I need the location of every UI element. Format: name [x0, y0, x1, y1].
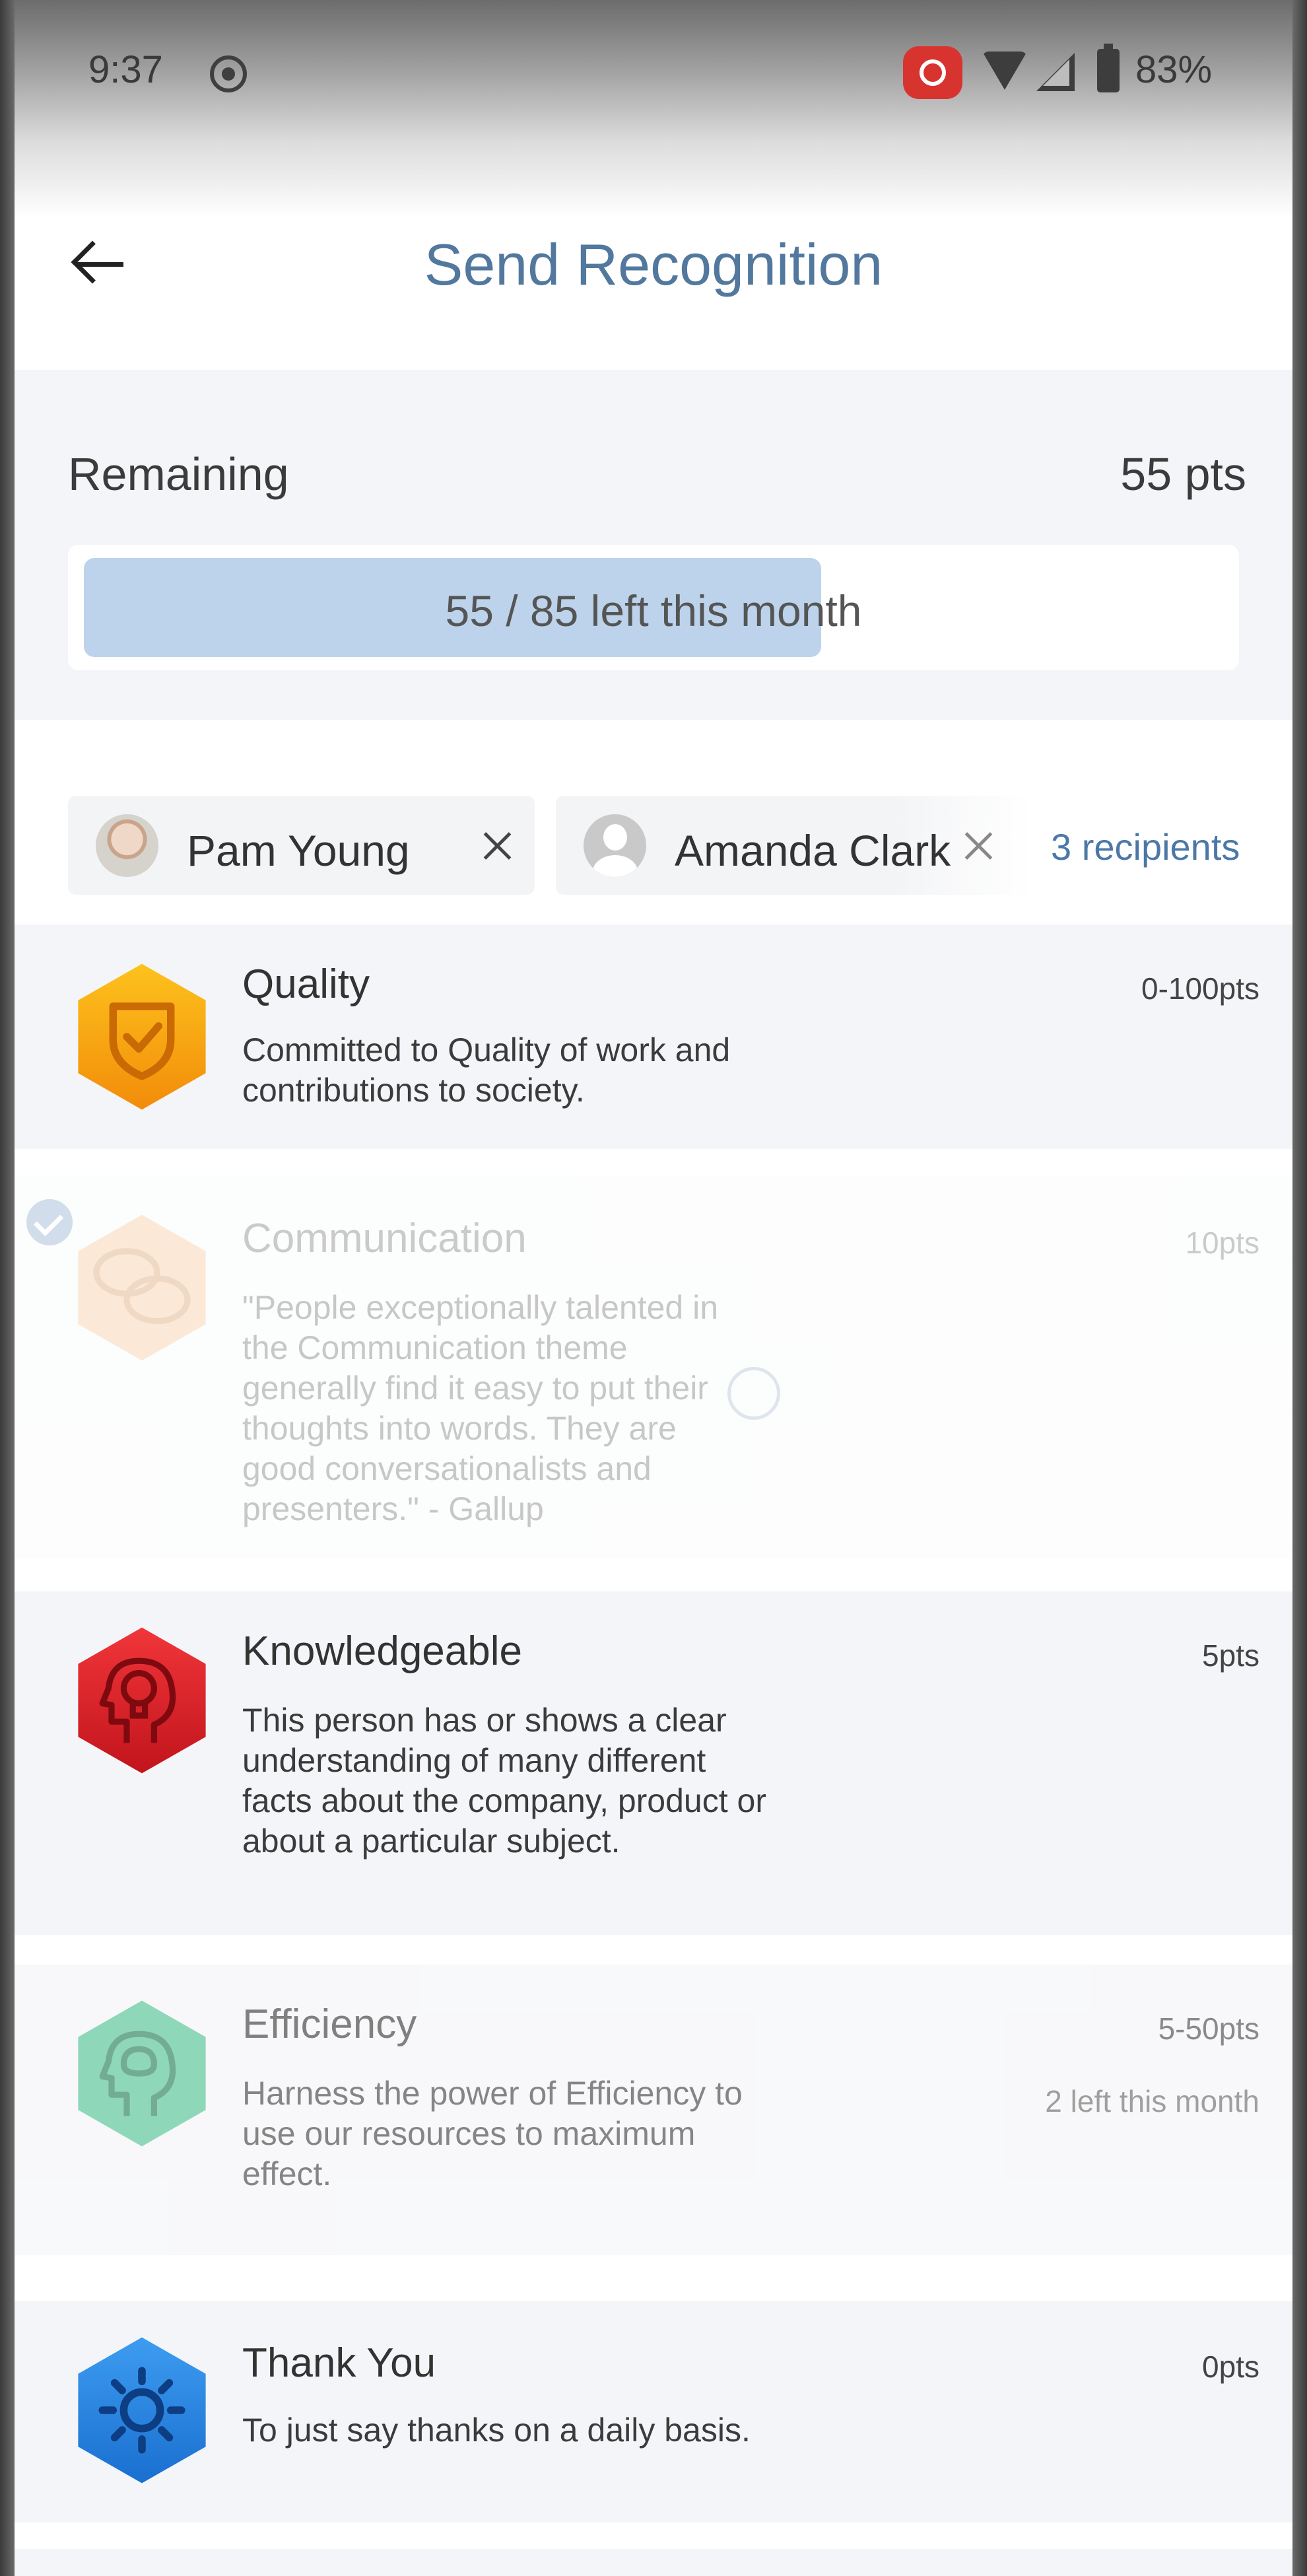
- recipient-name: Pam Young: [187, 826, 410, 875]
- recognition-points: 0pts: [1202, 2350, 1259, 2384]
- status-bar: 9:37 83%: [15, 0, 1292, 218]
- recipient-chip[interactable]: Amanda Clark: [556, 796, 1032, 895]
- recognition-card-efficiency[interactable]: Efficiency Harness the power of Efficien…: [15, 1965, 1292, 2255]
- points-progress-text: 55 / 85 left this month: [445, 586, 862, 635]
- signal-icon: [1036, 53, 1075, 91]
- device-frame-left: [0, 0, 15, 2576]
- recognition-description: Committed to Quality of work and contrib…: [242, 1031, 731, 1109]
- loading-spinner-icon: [727, 1367, 780, 1420]
- recognition-points: 5-50pts: [1158, 2011, 1259, 2046]
- back-button[interactable]: [48, 218, 147, 310]
- battery-percent: 83%: [1135, 48, 1213, 91]
- recognition-title: Quality: [242, 961, 370, 1007]
- app-bar: Send Recognition: [15, 218, 1292, 370]
- quality-shield-icon: [78, 963, 206, 1110]
- recipient-chip[interactable]: Pam Young: [68, 796, 535, 895]
- wifi-icon: [982, 52, 1027, 90]
- recognition-card-knowledgeable[interactable]: Knowledgeable This person has or shows a…: [15, 1591, 1292, 1935]
- screen-record-icon: [210, 55, 247, 92]
- recognition-title: Communication: [242, 1216, 527, 1261]
- battery-icon: [1097, 44, 1120, 92]
- brain-head-icon: [78, 2000, 206, 2147]
- device-frame-right: [1292, 0, 1307, 2576]
- recognition-title: Knowledgeable: [242, 1628, 523, 1674]
- recognition-card-communication[interactable]: Communication "People exceptionally tale…: [15, 1175, 1292, 1558]
- recognition-limit: 2 left this month: [1045, 2084, 1259, 2118]
- speech-bubbles-icon: [78, 1214, 206, 1361]
- recognition-title: Thank You: [242, 2340, 436, 2386]
- recognition-card-thank-you[interactable]: Thank You To just say thanks on a daily …: [15, 2301, 1292, 2523]
- recognition-title: Efficiency: [242, 2002, 417, 2047]
- selected-check-icon: [26, 1199, 73, 1245]
- avatar: [584, 814, 646, 877]
- remove-recipient-close-icon[interactable]: [471, 819, 523, 872]
- app-screen: 9:37 83% Send Recognition Remaining 55 p…: [15, 0, 1292, 2576]
- remaining-panel: Remaining 55 pts 55 / 85 left this month: [15, 370, 1292, 720]
- recognition-card-quality[interactable]: Quality Committed to Quality of work and…: [15, 924, 1292, 1149]
- remaining-label: Remaining: [68, 448, 289, 500]
- recipients-count-link[interactable]: 3 recipients: [1051, 825, 1240, 868]
- recognition-points: 10pts: [1185, 1226, 1259, 1260]
- recognition-points: 0-100pts: [1141, 971, 1259, 1006]
- back-arrow-icon: [71, 238, 123, 291]
- recognition-description: To just say thanks on a daily basis.: [242, 2412, 751, 2449]
- recognition-description: This person has or shows a clear underst…: [242, 1702, 766, 1860]
- sun-icon: [78, 2337, 206, 2484]
- status-time: 9:37: [88, 48, 163, 91]
- remove-recipient-close-icon[interactable]: [952, 819, 1005, 872]
- recognition-points: 5pts: [1202, 1638, 1259, 1673]
- next-card-edge: [15, 2549, 1292, 2576]
- page-title: Send Recognition: [424, 232, 883, 297]
- recognition-description: Harness the power of Efficiency to use o…: [242, 2075, 743, 2192]
- lightbulb-head-icon: [78, 1627, 206, 1774]
- cast-icon: [903, 46, 962, 99]
- recognition-description: "People exceptionally talented in the Co…: [242, 1289, 719, 1527]
- recipient-name: Amanda Clark: [675, 826, 951, 875]
- points-progress-bar: 55 / 85 left this month: [68, 545, 1239, 670]
- avatar: [96, 814, 158, 877]
- recipients-row: Pam Young Amanda Clark 3 recipients: [15, 720, 1292, 924]
- remaining-value: 55 pts: [1120, 448, 1246, 500]
